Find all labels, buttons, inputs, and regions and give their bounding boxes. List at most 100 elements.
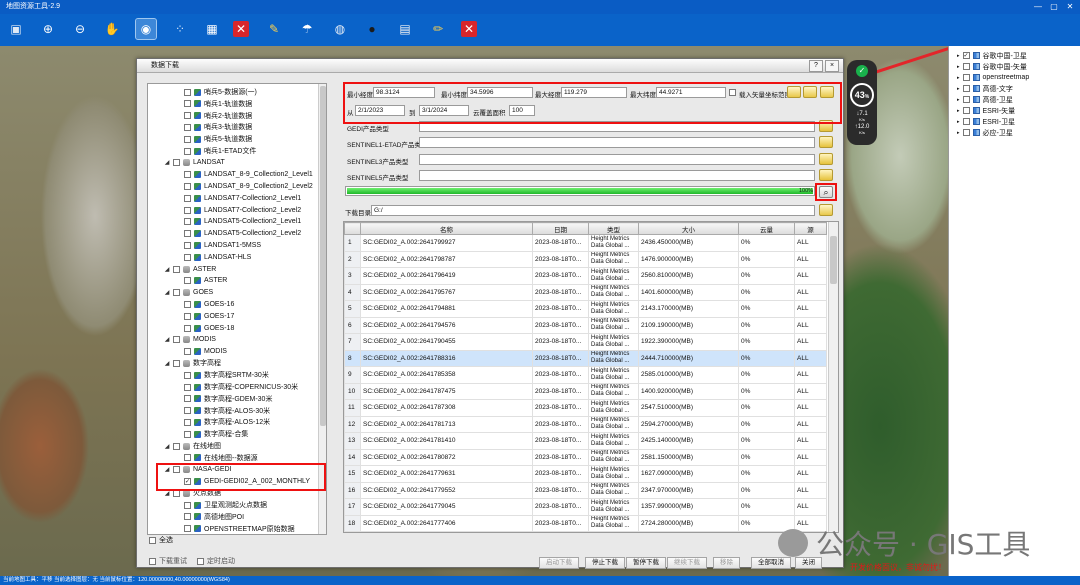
- table-row[interactable]: 13 SC:GEDI02_A.002:2641781410 2023-08-18T0…: [344, 432, 827, 450]
- table-row[interactable]: 5 SC:GEDI02_A.002:2641794881 2023-08-18T0.…: [344, 300, 827, 318]
- umbrella-icon[interactable]: ☂: [297, 19, 317, 39]
- table-row[interactable]: 12 SC:GEDI02_A.002:2641781713 2023-08-18T0…: [344, 415, 827, 433]
- tree-item[interactable]: 哨兵2-轨道数据: [184, 110, 252, 122]
- header-size[interactable]: 大小: [638, 222, 739, 235]
- hand-pan-icon[interactable]: ✋: [102, 19, 122, 39]
- product-type-select-2[interactable]: [419, 154, 815, 165]
- help-button[interactable]: ?: [809, 60, 823, 72]
- layer-checkbox[interactable]: [962, 107, 970, 114]
- target-select-icon[interactable]: ◉: [135, 18, 157, 40]
- tree-item[interactable]: GOES-18: [184, 322, 234, 334]
- tree-checkbox[interactable]: [184, 312, 191, 320]
- header-date[interactable]: 日期: [532, 222, 589, 235]
- layer-checkbox[interactable]: [962, 96, 970, 103]
- table-row[interactable]: 4 SC:GEDI02_A.002:2641795767 2023-08-18T0.…: [344, 283, 827, 301]
- tree-item[interactable]: 哨兵5-轨道数据: [184, 133, 252, 145]
- footer-button-0[interactable]: 启动下载: [539, 557, 579, 569]
- globe-icon[interactable]: ◍: [330, 19, 350, 39]
- header-cloud[interactable]: 云量: [738, 222, 795, 235]
- table-row[interactable]: 18 SC:GEDI02_A.002:2641777406 2023-08-18T0…: [344, 514, 827, 532]
- tree-item[interactable]: LANDSAT5-Collection2_Level2: [184, 228, 301, 240]
- tree-checkbox[interactable]: [184, 501, 191, 509]
- wrench-icon[interactable]: ✎: [264, 19, 284, 39]
- table-row[interactable]: 6 SC:GEDI02_A.002:2641794576 2023-08-18T0.…: [344, 316, 827, 334]
- product-pick-button-1[interactable]: [819, 136, 833, 148]
- tree-checkbox[interactable]: [184, 371, 191, 379]
- timed-start-checkbox[interactable]: [197, 557, 204, 565]
- tree-item[interactable]: MODIS: [184, 346, 227, 358]
- table-row[interactable]: 3 SC:GEDI02_A.002:2641796419 2023-08-18T0.…: [344, 267, 827, 285]
- tree-checkbox[interactable]: [184, 277, 191, 285]
- tree-item[interactable]: 高德地图POI: [184, 511, 244, 523]
- tree-item[interactable]: 数字高程-合集: [184, 428, 248, 440]
- layer-checkbox[interactable]: ✓: [962, 52, 970, 59]
- tree-checkbox[interactable]: [184, 348, 191, 356]
- table-row[interactable]: 8 SC:GEDI02_A.002:2641788316 2023-08-18T0.…: [344, 349, 827, 367]
- table-scrollbar[interactable]: [828, 222, 838, 532]
- tree-checkbox[interactable]: [184, 206, 191, 214]
- collapse-icon[interactable]: ◢: [164, 159, 170, 166]
- layer-item[interactable]: ▸ 必应-卫星: [957, 127, 1013, 138]
- tree-item[interactable]: LANDSAT_8-9_Collection2_Level2: [184, 180, 313, 192]
- tree-item[interactable]: 卫星观测起火点数据: [184, 499, 267, 511]
- table-row[interactable]: 2 SC:GEDI02_A.002:2641798787 2023-08-18T0.…: [344, 250, 827, 268]
- tree-checkbox[interactable]: [184, 418, 191, 426]
- table-row[interactable]: 15 SC:GEDI02_A.002:2641779631 2023-08-18T0…: [344, 465, 827, 483]
- tree-item[interactable]: LANDSAT_8-9_Collection2_Level1: [184, 169, 313, 181]
- tree-checkbox[interactable]: [184, 135, 191, 143]
- tree-item[interactable]: GOES-17: [184, 310, 234, 322]
- close-red-icon[interactable]: ✕: [233, 21, 249, 37]
- tree-checkbox[interactable]: [173, 289, 180, 297]
- tree-checkbox[interactable]: [173, 265, 180, 273]
- layer-item[interactable]: ▸ openstreetmap: [957, 72, 1029, 83]
- tree-group[interactable]: ◢ ASTER: [164, 263, 216, 275]
- tree-checkbox[interactable]: [184, 171, 191, 179]
- folder-icon[interactable]: [819, 204, 833, 216]
- close-red-icon-2[interactable]: ✕: [461, 21, 477, 37]
- product-type-select-1[interactable]: [419, 137, 815, 148]
- tree-item[interactable]: LANDSAT5-Collection2_Level1: [184, 216, 301, 228]
- tree-item[interactable]: LANDSAT7-Collection2_Level1: [184, 192, 301, 204]
- layer-item[interactable]: ▸ 高德-卫星: [957, 94, 1013, 105]
- tree-item[interactable]: LANDSAT-HLS: [184, 251, 251, 263]
- expand-icon[interactable]: ▸: [957, 97, 960, 103]
- tree-item[interactable]: 数字高程-ALOS-12米: [184, 416, 270, 428]
- select-all-checkbox[interactable]: [149, 536, 156, 544]
- layer-checkbox[interactable]: [962, 129, 970, 136]
- tree-checkbox[interactable]: [184, 407, 191, 415]
- tree-item[interactable]: 数字高程-ALOS-30米: [184, 405, 270, 417]
- save-icon[interactable]: ▣: [6, 19, 26, 39]
- tree-group[interactable]: ◢ LANDSAT: [164, 157, 225, 169]
- table-row[interactable]: 11 SC:GEDI02_A.002:2641787308 2023-08-18T0…: [344, 399, 827, 417]
- collapse-icon[interactable]: ◢: [164, 360, 170, 367]
- tree-item[interactable]: ASTER: [184, 275, 227, 287]
- footer-button-1[interactable]: 停止下载: [585, 557, 625, 569]
- tree-checkbox[interactable]: [184, 147, 191, 155]
- table-row[interactable]: 1 SC:GEDI02_A.002:2641799927 2023-08-18T0.…: [344, 234, 827, 252]
- table-row[interactable]: 9 SC:GEDI02_A.002:2641785358 2023-08-18T0.…: [344, 366, 827, 384]
- tree-item[interactable]: LANDSAT7-Collection2_Level2: [184, 204, 301, 216]
- tree-item[interactable]: LANDSAT1-5MSS: [184, 239, 261, 251]
- tree-checkbox[interactable]: [184, 241, 191, 249]
- pencil-icon[interactable]: ✏: [428, 19, 448, 39]
- tree-checkbox[interactable]: [184, 112, 191, 120]
- expand-icon[interactable]: ▸: [957, 64, 960, 70]
- tree-checkbox[interactable]: [184, 182, 191, 190]
- layer-item[interactable]: ▸ ESRI-矢量: [957, 105, 1015, 116]
- expand-icon[interactable]: ▸: [957, 53, 960, 59]
- download-dir-input[interactable]: G:/: [371, 205, 815, 216]
- expand-icon[interactable]: ▸: [957, 108, 960, 114]
- layer-item[interactable]: ▸ 谷歌中国-矢量: [957, 61, 1027, 72]
- collapse-icon[interactable]: ◢: [164, 266, 170, 273]
- tree-checkbox[interactable]: [184, 253, 191, 261]
- dialog-close-button[interactable]: ×: [825, 60, 839, 72]
- tree-checkbox[interactable]: [173, 442, 180, 450]
- download-retry-checkbox[interactable]: [149, 557, 156, 565]
- tree-checkbox[interactable]: [173, 159, 180, 167]
- tree-checkbox[interactable]: [184, 123, 191, 131]
- tree-group[interactable]: ◢ GOES: [164, 287, 213, 299]
- tree-group[interactable]: ◢ MODIS: [164, 334, 216, 346]
- tree-checkbox[interactable]: [184, 395, 191, 403]
- tree-item[interactable]: 哨兵3-轨道数据: [184, 121, 252, 133]
- expand-icon[interactable]: ▸: [957, 75, 960, 81]
